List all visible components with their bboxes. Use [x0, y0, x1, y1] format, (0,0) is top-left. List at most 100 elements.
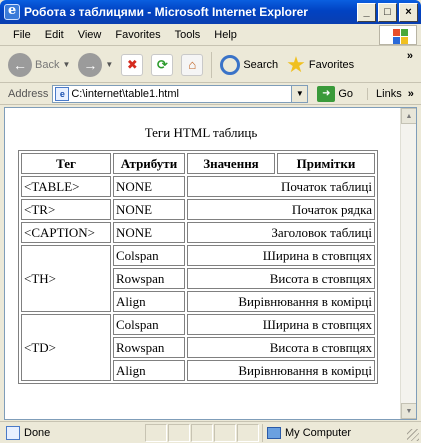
home-icon: ⌂ — [181, 53, 204, 76]
address-bar: Address e ▼ ➜ Go Links » — [0, 83, 421, 105]
menu-view[interactable]: View — [71, 29, 109, 41]
address-input[interactable] — [71, 87, 292, 100]
status-pane — [214, 423, 236, 442]
refresh-icon: ⟳ — [151, 53, 174, 76]
security-zone: My Computer — [262, 423, 394, 442]
vertical-scrollbar[interactable]: ▲ ▼ — [400, 108, 416, 419]
forward-dropdown-icon[interactable]: ▼ — [105, 60, 113, 69]
status-pane — [168, 423, 190, 442]
menu-edit[interactable]: Edit — [38, 29, 71, 41]
menu-favorites[interactable]: Favorites — [108, 29, 167, 41]
cell-attr: Colspan — [113, 245, 185, 266]
cell-note: Ширина в стовпцях — [187, 314, 375, 335]
status-pane — [191, 423, 213, 442]
cell-tag: <TR> — [21, 199, 111, 220]
header-values: Значення — [187, 153, 275, 174]
go-arrow-icon: ➜ — [317, 85, 336, 102]
windows-logo-icon — [379, 25, 417, 45]
cell-note: Вирівнювання в комірці — [187, 291, 375, 312]
status-pane — [237, 423, 259, 442]
forward-button[interactable]: → ▼ — [74, 50, 117, 80]
search-icon — [220, 54, 241, 75]
status-panes — [145, 423, 260, 442]
refresh-button[interactable]: ⟳ — [147, 50, 177, 80]
scroll-up-icon[interactable]: ▲ — [401, 108, 416, 124]
home-button[interactable]: ⌂ — [177, 50, 207, 80]
header-tag: Тег — [21, 153, 111, 174]
tags-table: Тег Атрибути Значення Примітки <TABLE> N… — [18, 150, 378, 384]
cell-tag: <CAPTION> — [21, 222, 111, 243]
cell-note: Висота в стовпцях — [187, 268, 375, 289]
maximize-button[interactable]: □ — [378, 2, 397, 22]
cell-attr: Rowspan — [113, 268, 185, 289]
status-bar: Done My Computer — [0, 421, 421, 443]
address-dropdown-icon[interactable]: ▼ — [291, 85, 308, 102]
table-row: <TH> Colspan Ширина в стовпцях — [21, 245, 375, 312]
stop-icon: ✖ — [121, 53, 144, 76]
search-label: Search — [243, 58, 279, 71]
cell-attr: Colspan — [113, 314, 185, 335]
cell-attr: Rowspan — [113, 337, 185, 358]
links-button[interactable]: Links » — [367, 87, 414, 100]
search-button[interactable]: Search — [216, 50, 282, 80]
cell-note: Початок рядка — [187, 199, 375, 220]
scroll-down-icon[interactable]: ▼ — [401, 403, 416, 419]
cell-attr: Align — [113, 360, 185, 381]
cell-tag: <TH> — [21, 245, 111, 312]
links-overflow-icon[interactable]: » — [408, 88, 414, 100]
cell-attr: NONE — [113, 222, 185, 243]
table-caption: Теги HTML таблиць — [144, 125, 258, 140]
cell-attr: NONE — [113, 176, 185, 197]
stop-button[interactable]: ✖ — [117, 50, 147, 80]
page-viewport: Теги HTML таблиць Тег Атрибути Значення … — [4, 107, 417, 420]
window-controls: _ □ × — [357, 2, 418, 22]
my-computer-icon — [267, 426, 281, 439]
toolbar-separator — [211, 51, 213, 78]
cell-note: Ширина в стовпцях — [187, 245, 375, 266]
table-header-row: Тег Атрибути Значення Примітки — [21, 153, 375, 174]
status-text: Done — [24, 426, 51, 439]
menu-file[interactable]: File — [6, 29, 38, 41]
address-label: Address — [8, 87, 49, 100]
go-label: Go — [338, 87, 354, 100]
table-row: <TD> Colspan Ширина в стовпцях — [21, 314, 375, 381]
toolbar: ← Back ▼ → ▼ ✖ ⟳ ⌂ Search ★ Favorites — [0, 47, 421, 83]
page-content: Теги HTML таблиць Тег Атрибути Значення … — [5, 108, 401, 419]
address-field[interactable]: e ▼ — [52, 84, 309, 103]
menu-help[interactable]: Help — [207, 29, 244, 41]
back-label: Back — [35, 58, 60, 71]
toolbar-overflow-icon[interactable]: » — [407, 50, 413, 62]
back-button[interactable]: ← Back ▼ — [4, 50, 74, 80]
table-row: <TABLE> NONE Початок таблиці — [21, 176, 375, 197]
cell-tag: <TABLE> — [21, 176, 111, 197]
favorites-star-icon: ★ — [286, 51, 306, 77]
header-attributes: Атрибути — [113, 153, 185, 174]
cell-attr: NONE — [113, 199, 185, 220]
title-bar: Робота з таблицями - Microsoft Internet … — [0, 0, 421, 24]
table-row: <TR> NONE Початок рядка — [21, 199, 375, 220]
cell-tag: <TD> — [21, 314, 111, 381]
favorites-button[interactable]: ★ Favorites — [282, 50, 358, 80]
status-section: Done — [0, 425, 145, 440]
back-dropdown-icon[interactable]: ▼ — [62, 60, 70, 69]
page-status-icon — [6, 425, 20, 440]
cell-note: Вирівнювання в комірці — [187, 360, 375, 381]
page-icon: e — [55, 86, 70, 101]
zone-label: My Computer — [285, 426, 352, 439]
status-pane — [145, 423, 167, 442]
links-label: Links — [376, 87, 402, 100]
cell-note: Висота в стовпцях — [187, 337, 375, 358]
go-button[interactable]: ➜ Go — [313, 84, 357, 104]
cell-note: Заголовок таблиці — [187, 222, 375, 243]
forward-arrow-icon: → — [78, 52, 103, 77]
menu-tools[interactable]: Tools — [168, 29, 208, 41]
cell-note: Початок таблиці — [187, 176, 375, 197]
close-button[interactable]: × — [399, 2, 418, 22]
resize-grip-icon[interactable] — [407, 429, 419, 441]
ie-icon — [4, 3, 20, 20]
table-row: <CAPTION> NONE Заголовок таблиці — [21, 222, 375, 243]
menu-bar: File Edit View Favorites Tools Help — [0, 24, 421, 46]
minimize-button[interactable]: _ — [357, 2, 376, 22]
cell-attr: Align — [113, 291, 185, 312]
window-title: Робота з таблицями - Microsoft Internet … — [24, 5, 308, 19]
